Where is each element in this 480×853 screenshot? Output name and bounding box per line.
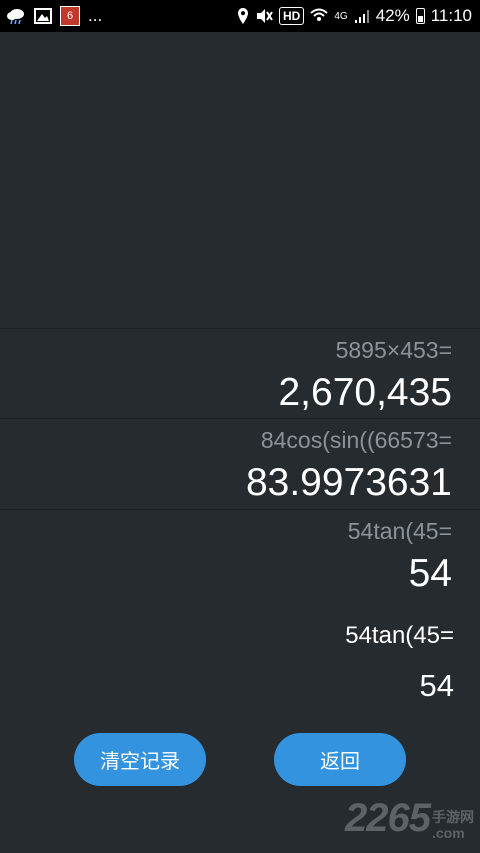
hd-indicator: HD <box>279 7 305 25</box>
history-result: 2,670,435 <box>278 371 452 414</box>
notification-badge: 6 <box>60 6 80 26</box>
mute-icon <box>255 8 273 24</box>
network-type: 4G <box>334 10 348 22</box>
current-expression: 54tan(45= <box>345 622 454 649</box>
battery-icon <box>415 8 425 24</box>
history-entry[interactable]: 84cos(sin((66573= 83.9973631 <box>0 418 480 509</box>
back-button[interactable]: 返回 <box>274 733 406 786</box>
battery-percent: 42% <box>375 6 410 25</box>
watermark-suffix: 手游网 .com <box>432 809 474 841</box>
history-result: 83.9973631 <box>245 461 452 504</box>
watermark-suffix-top: 手游网 <box>432 809 474 825</box>
watermark-suffix-bottom: .com <box>432 825 465 841</box>
watermark-number: 2265 <box>345 796 431 840</box>
status-bar: 6 ... HD 4G 42% 11:10 <box>0 0 480 32</box>
weather-icon <box>6 7 26 25</box>
clock: 11:10 <box>430 6 472 25</box>
current-result: 54 <box>419 668 454 703</box>
watermark-logo: 2265 手游网 .com <box>345 796 474 841</box>
history-expression: 5895×453= <box>335 337 452 363</box>
history-result: 54 <box>408 552 452 595</box>
history-entry[interactable]: 54tan(45= 54 <box>0 509 480 599</box>
gallery-icon <box>34 8 52 24</box>
clear-history-button[interactable]: 清空记录 <box>74 733 206 786</box>
wifi-icon <box>310 8 329 24</box>
history-entry[interactable]: 5895×453= 2,670,435 <box>0 328 480 418</box>
location-icon <box>237 8 249 24</box>
history-expression: 84cos(sin((66573= <box>260 427 452 453</box>
signal-icon <box>354 8 370 24</box>
more-notifications: ... <box>88 6 103 25</box>
history-list: 5895×453= 2,670,435 84cos(sin((66573= 83… <box>0 328 480 599</box>
history-expression: 54tan(45= <box>347 518 452 544</box>
current-calculation: 54tan(45= 54 <box>0 600 480 710</box>
